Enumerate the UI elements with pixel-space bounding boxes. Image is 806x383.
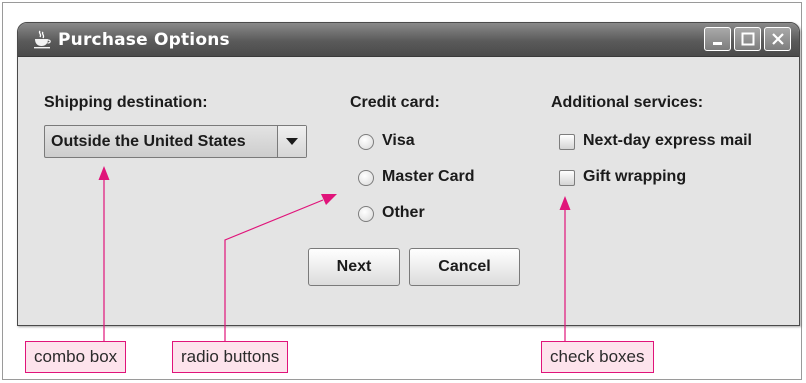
minimize-icon [712,42,722,45]
combo-arrow-button[interactable] [277,126,306,157]
purchase-options-window: Purchase Options Shipping destination: O… [17,22,800,326]
window-content: Shipping destination: Outside the United… [18,57,799,325]
java-coffee-cup-icon [34,30,51,49]
checkbox[interactable] [559,134,575,150]
radio-buttons-callout: radio buttons [172,341,289,373]
cancel-button[interactable]: Cancel [409,248,520,286]
combo-box-callout: combo box [25,341,127,373]
check-boxes-callout: check boxes [541,341,654,373]
shipping-destination-label: Shipping destination: [44,94,208,111]
checkbox-label: Next-day express mail [583,132,752,149]
radio-button[interactable] [358,134,374,150]
additional-services-label: Additional services: [551,94,704,111]
minimize-button[interactable] [704,27,731,51]
radio-button[interactable] [358,206,374,222]
checkbox[interactable] [559,170,575,186]
next-button[interactable]: Next [308,248,400,286]
title-bar[interactable]: Purchase Options [18,23,799,57]
combo-selected-value: Outside the United States [51,133,246,150]
radio-label: Visa [382,132,415,149]
close-button[interactable] [764,27,791,51]
credit-card-label: Credit card: [350,94,440,111]
radio-label: Other [382,204,425,221]
close-icon [771,33,784,45]
chevron-down-icon [286,137,298,145]
window-title: Purchase Options [58,30,230,50]
radio-button[interactable] [358,170,374,186]
shipping-destination-combo-box[interactable]: Outside the United States [44,125,307,158]
checkbox-label: Gift wrapping [583,168,687,185]
radio-label: Master Card [382,168,475,185]
maximize-button[interactable] [734,27,761,51]
maximize-icon [741,32,754,46]
